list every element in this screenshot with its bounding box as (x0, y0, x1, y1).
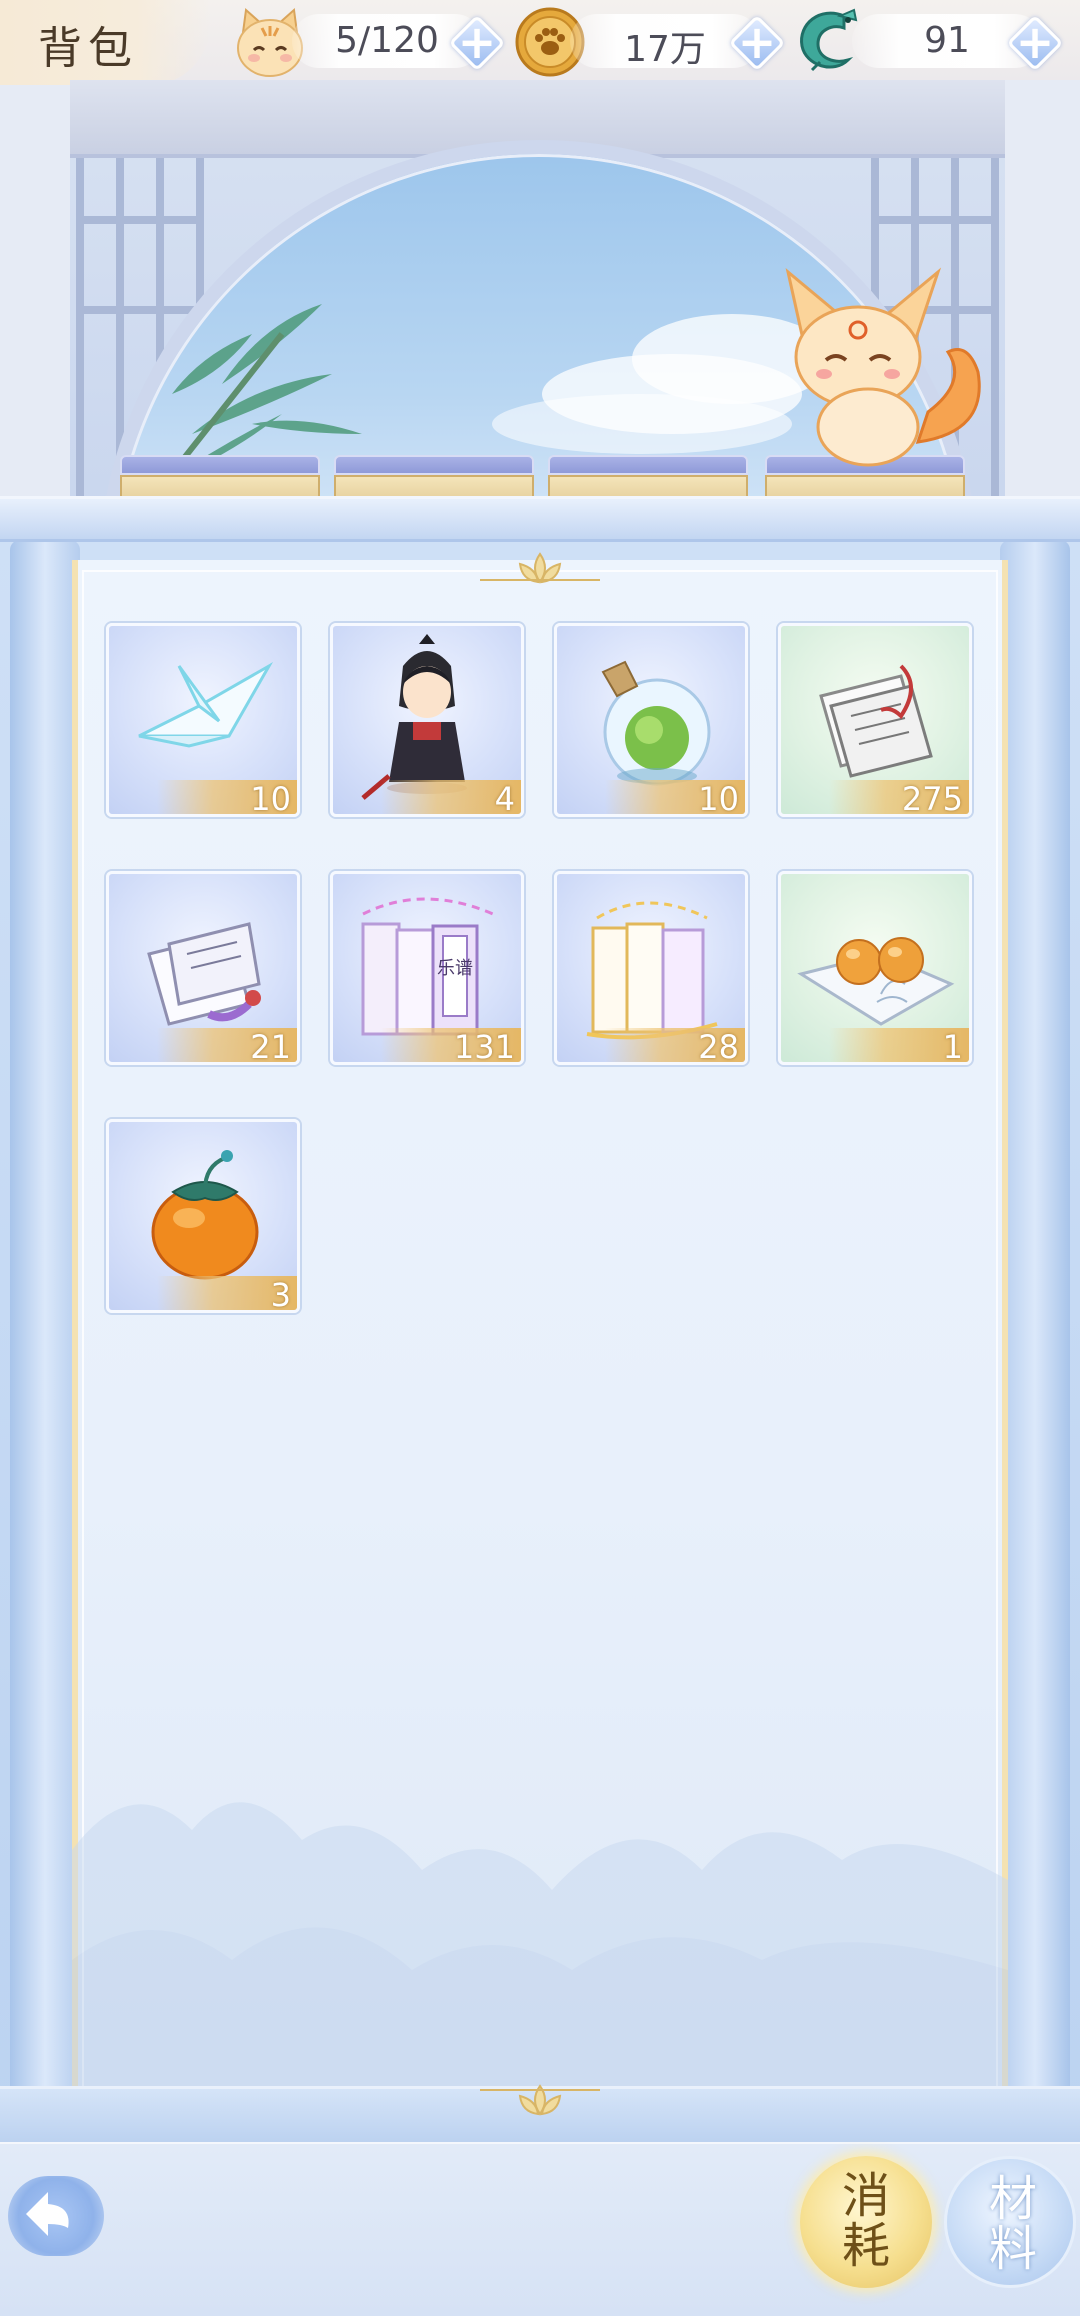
inventory-slot[interactable]: 4 (330, 623, 524, 817)
inventory-slot[interactable]: 28 (554, 871, 748, 1065)
tab-materials[interactable]: 材 料 (944, 2156, 1076, 2288)
plus-icon: + (1015, 15, 1055, 69)
tab-materials-label-bottom: 料 (988, 2221, 1037, 2277)
item-quantity: 21 (250, 1028, 291, 1065)
item-quantity: 28 (698, 1028, 739, 1065)
tab-consumables[interactable]: 消 耗 (800, 2156, 932, 2288)
inventory-slot[interactable]: 10 (106, 623, 300, 817)
item-quantity: 3 (270, 1276, 291, 1313)
right-pillar (1000, 540, 1070, 2110)
back-arrow-icon (26, 2192, 69, 2236)
inventory-slot[interactable]: 3 (106, 1119, 300, 1313)
plus-icon: + (737, 15, 777, 69)
item-quantity: 10 (250, 780, 291, 817)
back-button[interactable] (8, 2176, 104, 2256)
lotus-ornament-icon (480, 2084, 600, 2116)
tab-consumables-label-top: 消 (841, 2168, 890, 2224)
title-plate: 背包 (0, 0, 210, 85)
page-title: 背包 (38, 23, 138, 74)
tab-materials-label-top: 材 (988, 2171, 1037, 2227)
item-quantity: 131 (453, 1028, 515, 1065)
add-coin-button[interactable]: + (726, 12, 788, 74)
frame-top-beam (0, 496, 1080, 542)
mountain-backdrop (72, 1802, 1008, 2100)
score-label: 乐谱 (437, 958, 473, 979)
fox-mascot-icon[interactable] (768, 262, 988, 472)
inventory-slot[interactable]: 21 (106, 871, 300, 1065)
inventory-slot[interactable]: 10 (554, 623, 748, 817)
add-stamina-button[interactable]: + (446, 12, 508, 74)
item-quantity: 1 (942, 1028, 963, 1065)
lotus-ornament-icon (480, 552, 600, 584)
item-quantity: 275 (901, 780, 963, 817)
inventory-slot[interactable]: 1 (778, 871, 972, 1065)
add-jade-button[interactable]: + (1004, 12, 1066, 74)
left-pillar (10, 540, 80, 2110)
tab-consumables-label-bottom: 耗 (841, 2218, 890, 2274)
inventory-slot[interactable]: 275 (778, 623, 972, 817)
plus-icon: + (457, 15, 497, 69)
inventory-slot[interactable]: 乐谱 131 (330, 871, 524, 1065)
item-quantity: 10 (698, 780, 739, 817)
item-quantity: 4 (494, 780, 515, 817)
